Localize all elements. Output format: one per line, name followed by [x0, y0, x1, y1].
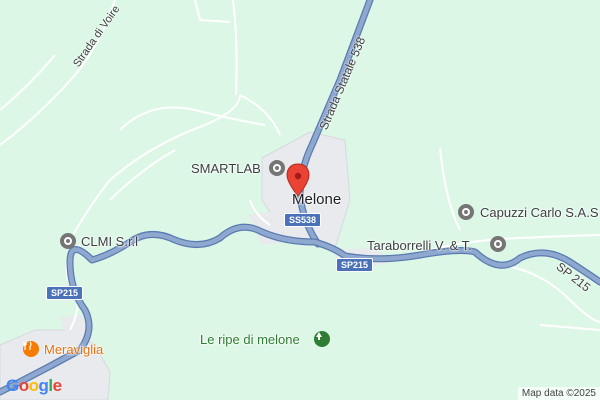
road-shield-ss538: SS538 [284, 213, 322, 227]
place-label-taraborrelli[interactable]: Taraborrelli V. & T. [367, 238, 472, 253]
place-label-meraviglia[interactable]: Meraviglia [44, 342, 103, 357]
place-marker-icon[interactable] [458, 204, 474, 220]
place-marker-icon[interactable] [269, 160, 285, 176]
place-marker-icon[interactable] [490, 236, 506, 252]
road-shield-sp215: SP215 [46, 286, 84, 300]
park-icon[interactable] [314, 331, 330, 347]
place-label-capuzzi[interactable]: Capuzzi Carlo S.A.S [480, 205, 599, 220]
google-logo: Google [6, 376, 62, 395]
place-marker-icon[interactable] [60, 233, 76, 249]
place-label-melone[interactable]: Melone [292, 191, 341, 208]
road-shield-sp215: SP215 [336, 258, 374, 272]
place-label-smartlab[interactable]: SMARTLAB [191, 161, 261, 176]
map-canvas[interactable]: Strada Statale 538 Strada di Voire SP 21… [0, 0, 600, 400]
restaurant-icon[interactable] [23, 341, 39, 357]
map-attribution[interactable]: Map data ©2025 [517, 387, 600, 400]
place-label-clmi[interactable]: CLMI S.r.l [81, 234, 138, 249]
place-label-le-ripe-di-melone[interactable]: Le ripe di melone [200, 332, 300, 347]
